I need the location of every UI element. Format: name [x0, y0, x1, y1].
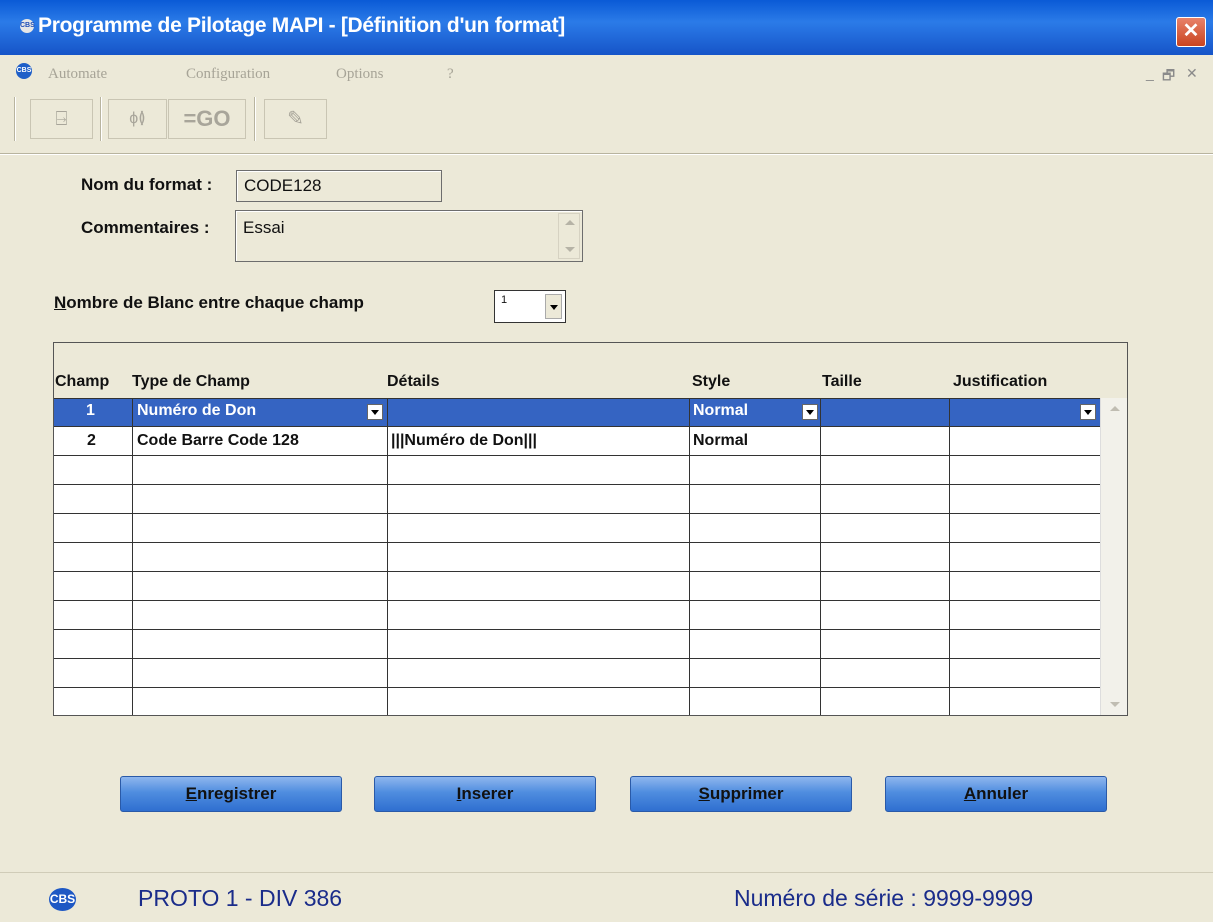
go-icon[interactable]: =GO	[168, 99, 246, 139]
menu-help[interactable]: ?	[447, 66, 454, 83]
cbs-logo-icon: CBS	[49, 888, 76, 911]
cell-champ[interactable]: 2	[87, 432, 96, 450]
commentaires-label: Commentaires :	[81, 218, 210, 237]
child-minimize-button[interactable]: _	[1146, 65, 1154, 81]
scroll-down-icon[interactable]	[1110, 702, 1120, 707]
grid-line	[54, 426, 1100, 427]
annuler-accelerator: A	[963, 784, 977, 803]
nom-format-field[interactable]: CODE128	[236, 170, 442, 202]
grid-line	[54, 687, 1100, 688]
menu-options[interactable]: Options	[336, 66, 384, 83]
toolbar-separator	[100, 97, 102, 141]
cell-type[interactable]: Numéro de Don	[137, 402, 256, 420]
grid-scrollbar[interactable]	[1100, 398, 1127, 715]
grid-line	[54, 484, 1100, 485]
nom-format-label: Nom du format :	[81, 175, 213, 194]
nom-format-value: CODE128	[244, 176, 322, 195]
edit-icon[interactable]: ✎	[264, 99, 327, 139]
enregistrer-accelerator: E	[185, 784, 197, 803]
grid-line	[54, 571, 1100, 572]
title-bar: CBS Programme de Pilotage MAPI - [Défini…	[0, 0, 1213, 55]
inserer-label: nserer	[461, 784, 514, 803]
commentaires-field[interactable]: Essai	[235, 210, 583, 262]
commentaires-scrollbar[interactable]	[558, 213, 580, 259]
grid-line	[54, 658, 1100, 659]
commentaires-value: Essai	[243, 218, 285, 237]
cell-details[interactable]: |||Numéro de Don|||	[391, 432, 537, 450]
supprimer-accelerator: S	[698, 784, 710, 803]
child-close-button[interactable]: ✕	[1186, 65, 1198, 82]
cell-style[interactable]: Normal	[693, 432, 748, 450]
enregistrer-label: nregistrer	[196, 784, 277, 803]
toolbar-separator	[254, 97, 256, 141]
cell-type[interactable]: Code Barre Code 128	[137, 432, 299, 450]
menu-configuration[interactable]: Configuration	[186, 66, 270, 83]
serial-number: Numéro de série : 9999-9999	[734, 885, 1034, 911]
grid-line	[689, 398, 690, 715]
col-header-details[interactable]: Détails	[387, 373, 439, 391]
col-header-champ[interactable]: Champ	[55, 373, 109, 391]
menu-bar: CBS Automate Configuration Options ? _ 🗗…	[0, 55, 1213, 89]
nombre-blanc-accelerator: N	[54, 293, 67, 312]
child-window-icon[interactable]: CBS	[16, 63, 32, 79]
chevron-down-icon[interactable]	[802, 404, 818, 420]
supprimer-button[interactable]: Supprimer	[630, 776, 852, 812]
nombre-blanc-label-text: ombre de Blanc entre chaque champ	[66, 293, 364, 312]
exit-door-icon[interactable]: ⍈	[30, 99, 93, 139]
annuler-label: nnuler	[976, 784, 1029, 803]
grid-line	[387, 398, 388, 715]
supprimer-label: upprimer	[709, 784, 784, 803]
chevron-down-icon[interactable]	[1080, 404, 1096, 420]
scroll-up-icon[interactable]	[565, 220, 575, 225]
grid-line	[54, 542, 1100, 543]
annuler-button[interactable]: Annuler	[885, 776, 1107, 812]
status-bar: CBS PROTO 1 - DIV 386 Numéro de série : …	[0, 872, 1213, 922]
cell-style[interactable]: Normal	[693, 402, 748, 420]
grid-line	[820, 398, 821, 715]
grid-line	[949, 398, 950, 715]
col-header-taille[interactable]: Taille	[822, 373, 862, 391]
inserer-button[interactable]: Inserer	[374, 776, 596, 812]
grid-line	[54, 600, 1100, 601]
grid-line	[54, 513, 1100, 514]
child-restore-button[interactable]: 🗗	[1162, 65, 1175, 89]
grid-line	[54, 455, 1100, 456]
col-header-justification[interactable]: Justification	[953, 373, 1047, 391]
settings-icon[interactable]: ϕ≬	[108, 99, 167, 139]
toolbar: ⍈ ϕ≬ =GO ✎	[0, 89, 1213, 155]
nombre-blanc-select[interactable]: 1	[494, 290, 566, 323]
app-logo-icon: CBS	[20, 19, 35, 33]
col-header-style[interactable]: Style	[692, 373, 730, 391]
col-header-type[interactable]: Type de Champ	[132, 373, 250, 391]
nombre-blanc-label: Nombre de Blanc entre chaque champ	[54, 293, 364, 313]
device-name: PROTO 1 - DIV 386	[138, 885, 343, 911]
grid-line	[54, 629, 1100, 630]
cell-champ[interactable]: 1	[86, 402, 95, 420]
toolbar-divider	[0, 153, 1213, 155]
chevron-down-icon[interactable]	[367, 404, 383, 420]
toolbar-grip	[14, 97, 16, 141]
nombre-blanc-value: 1	[501, 294, 508, 306]
scroll-down-icon[interactable]	[565, 247, 575, 252]
grid-line	[132, 398, 133, 715]
menu-automate[interactable]: Automate	[48, 66, 107, 83]
window-title: Programme de Pilotage MAPI - [Définition…	[38, 14, 565, 37]
grid-line	[54, 398, 1100, 399]
chevron-down-icon[interactable]	[545, 294, 562, 319]
window-close-button[interactable]: ✕	[1176, 17, 1206, 47]
scroll-up-icon[interactable]	[1110, 406, 1120, 411]
enregistrer-button[interactable]: Enregistrer	[120, 776, 342, 812]
